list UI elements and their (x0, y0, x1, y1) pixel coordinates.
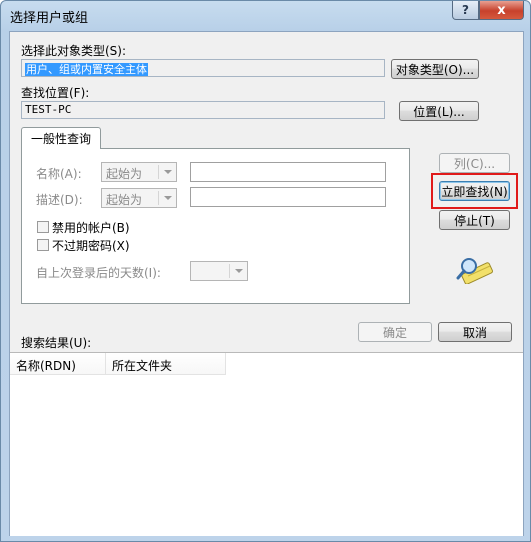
cancel-button[interactable]: 取消 (438, 322, 512, 342)
disabled-accounts-label: 禁用的帐户(B) (52, 221, 130, 235)
description-mode-select[interactable]: 起始为 (101, 188, 177, 208)
chevron-down-icon (164, 196, 172, 200)
description-mode-value: 起始为 (106, 193, 143, 207)
chevron-down-icon (235, 269, 243, 273)
non-expiring-password-checkbox[interactable] (37, 239, 49, 251)
ok-button[interactable]: 确定 (358, 322, 432, 342)
days-since-login-label: 自上次登录后的天数(I): (36, 266, 161, 280)
locations-button[interactable]: 位置(L)... (399, 101, 479, 121)
help-icon: ? (462, 3, 469, 17)
column-header-folder[interactable]: 所在文件夹 (106, 353, 226, 375)
object-type-value: 用户、组或内置安全主体 (25, 63, 148, 76)
name-input[interactable] (190, 162, 386, 182)
name-label: 名称(A): (36, 167, 82, 181)
title-bar[interactable]: 选择用户或组 ? x (1, 1, 530, 31)
stop-button[interactable]: 停止(T) (439, 210, 510, 230)
search-results-list[interactable]: 名称(RDN) 所在文件夹 (10, 352, 523, 536)
chevron-down-icon (164, 170, 172, 174)
location-field[interactable]: TEST-PC (21, 101, 385, 119)
dialog-client-area: 选择此对象类型(S): 用户、组或内置安全主体 对象类型(O)... 查找位置(… (9, 31, 524, 536)
search-results-label: 搜索结果(U): (21, 336, 92, 350)
tab-general-query[interactable]: 一般性查询 (21, 127, 101, 149)
description-label: 描述(D): (36, 193, 83, 207)
close-button[interactable]: x (479, 1, 524, 20)
columns-button[interactable]: 列(C)... (439, 153, 510, 173)
location-label: 查找位置(F): (21, 86, 90, 100)
window-title: 选择用户或组 (10, 11, 89, 26)
object-type-field[interactable]: 用户、组或内置安全主体 (21, 59, 385, 77)
dialog-window: 选择用户或组 ? x 选择此对象类型(S): 用户、组或内置安全主体 对象类型(… (0, 0, 531, 542)
name-mode-value: 起始为 (106, 167, 143, 181)
help-button[interactable]: ? (452, 1, 479, 20)
object-types-button[interactable]: 对象类型(O)... (391, 59, 479, 79)
close-icon: x (497, 2, 506, 18)
search-magnifier-icon (456, 258, 493, 284)
name-mode-select[interactable]: 起始为 (101, 162, 177, 182)
non-expiring-password-label: 不过期密码(X) (52, 239, 130, 253)
description-input[interactable] (190, 187, 386, 207)
days-since-login-select[interactable] (190, 261, 248, 281)
find-now-button[interactable]: 立即查找(N) (439, 181, 510, 201)
object-type-label: 选择此对象类型(S): (21, 44, 127, 58)
disabled-accounts-checkbox[interactable] (37, 221, 49, 233)
tab-general-query-label: 一般性查询 (30, 132, 91, 146)
column-header-name[interactable]: 名称(RDN) (10, 353, 106, 375)
